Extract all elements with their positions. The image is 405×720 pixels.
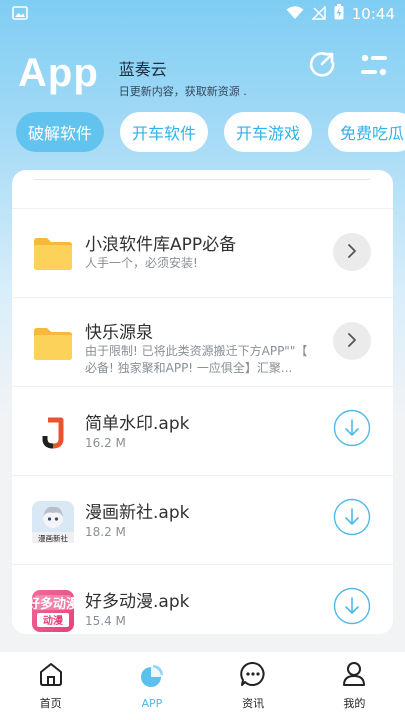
header-actions xyxy=(308,50,388,84)
svg-text:动漫: 动漫 xyxy=(43,614,64,627)
chevron-right-icon xyxy=(346,243,358,262)
j-watermark-icon xyxy=(32,411,74,453)
list-item[interactable]: 简单水印.apk 16.2 M xyxy=(12,386,393,475)
list-item[interactable]: 好多动漫动漫 好多动漫.apk 15.4 M xyxy=(12,564,393,634)
gallery-notification-icon xyxy=(12,5,28,24)
status-bar: 10:44 xyxy=(0,0,405,28)
nav-home[interactable]: 首页 xyxy=(16,661,86,711)
chat-bubble-icon xyxy=(240,661,266,691)
file-size: 18.2 M xyxy=(85,525,126,539)
download-icon xyxy=(333,587,371,629)
list-item[interactable]: 快乐源泉 由于限制! 已将此类资源搬迁下方APP""【 必备! 独家聚和APP!… xyxy=(12,297,393,386)
download-icon xyxy=(333,409,371,451)
item-title: 快乐源泉 xyxy=(85,323,153,343)
app-name: 蓝奏云 xyxy=(118,59,167,79)
tab-free-gossip[interactable]: 免费吃瓜 xyxy=(328,112,405,152)
tab-driving-games[interactable]: 开车游戏 xyxy=(224,112,313,152)
item-title: 好多动漫.apk xyxy=(85,592,190,612)
item-subtitle: 人手一个，必须安装! xyxy=(85,256,198,270)
app-subtitle: 日更新内容，获取新资源 . xyxy=(118,84,247,98)
folder-icon xyxy=(32,232,74,274)
clock: 10:44 xyxy=(351,5,395,23)
page-title: App xyxy=(18,50,99,95)
category-tabs: 破解软件 开车软件 开车游戏 免费吃瓜 xyxy=(16,112,405,154)
list-item[interactable]: 小浪软件库APP必备 人手一个，必须安装! xyxy=(12,208,393,297)
folder-icon xyxy=(32,322,74,364)
pie-chart-icon xyxy=(139,663,165,693)
divider xyxy=(34,170,370,180)
nav-app[interactable]: APP xyxy=(117,663,187,710)
nav-news[interactable]: 资讯 xyxy=(218,661,288,711)
download-button[interactable] xyxy=(333,587,371,629)
battery-charging-icon xyxy=(334,4,344,24)
download-icon xyxy=(333,498,371,540)
item-title: 简单水印.apk xyxy=(85,414,190,434)
no-signal-icon xyxy=(310,4,326,24)
download-button[interactable] xyxy=(333,409,371,451)
download-button[interactable] xyxy=(333,498,371,540)
item-title: 漫画新社.apk xyxy=(85,503,190,523)
app-info: 蓝奏云 日更新内容，获取新资源 . xyxy=(119,56,247,99)
open-folder-button[interactable] xyxy=(333,233,371,271)
open-folder-button[interactable] xyxy=(333,322,371,360)
user-icon xyxy=(341,661,367,691)
svg-text:漫画新社: 漫画新社 xyxy=(38,533,68,543)
item-subtitle: 由于限制! 已将此类资源搬迁下方APP""【 必备! 独家聚和APP! 一应俱全… xyxy=(85,344,308,375)
nav-label: 我的 xyxy=(343,697,366,710)
wifi-icon xyxy=(286,5,304,24)
bottom-nav: 首页 APP 资讯 我的 xyxy=(0,652,405,720)
nav-profile[interactable]: 我的 xyxy=(319,661,389,711)
file-size: 16.2 M xyxy=(85,436,126,450)
tab-driving-software[interactable]: 开车软件 xyxy=(120,112,209,152)
nav-label: APP xyxy=(141,696,163,710)
svg-text:好多动漫: 好多动漫 xyxy=(32,596,74,612)
filter-settings-icon[interactable] xyxy=(360,52,388,82)
file-size: 15.4 M xyxy=(85,614,126,628)
chevron-right-icon xyxy=(346,332,358,351)
home-icon xyxy=(38,661,64,691)
nav-label: 首页 xyxy=(39,697,62,710)
tab-cracked-software[interactable]: 破解软件 xyxy=(16,112,105,152)
item-title: 小浪软件库APP必备 xyxy=(85,235,237,255)
nav-label: 资讯 xyxy=(242,697,265,710)
list-item[interactable]: 漫画新社 漫画新社.apk 18.2 M xyxy=(12,475,393,564)
anime-app-icon: 好多动漫 动漫 xyxy=(26,590,79,632)
refresh-icon[interactable] xyxy=(308,50,338,84)
app-header: App 蓝奏云 日更新内容，获取新资源 . xyxy=(18,46,388,100)
manga-app-icon: 漫画新社 xyxy=(32,501,74,543)
file-list-card: 小浪软件库APP必备 人手一个，必须安装! 快乐源泉 由于限制! 已将此类资源搬… xyxy=(12,170,393,634)
